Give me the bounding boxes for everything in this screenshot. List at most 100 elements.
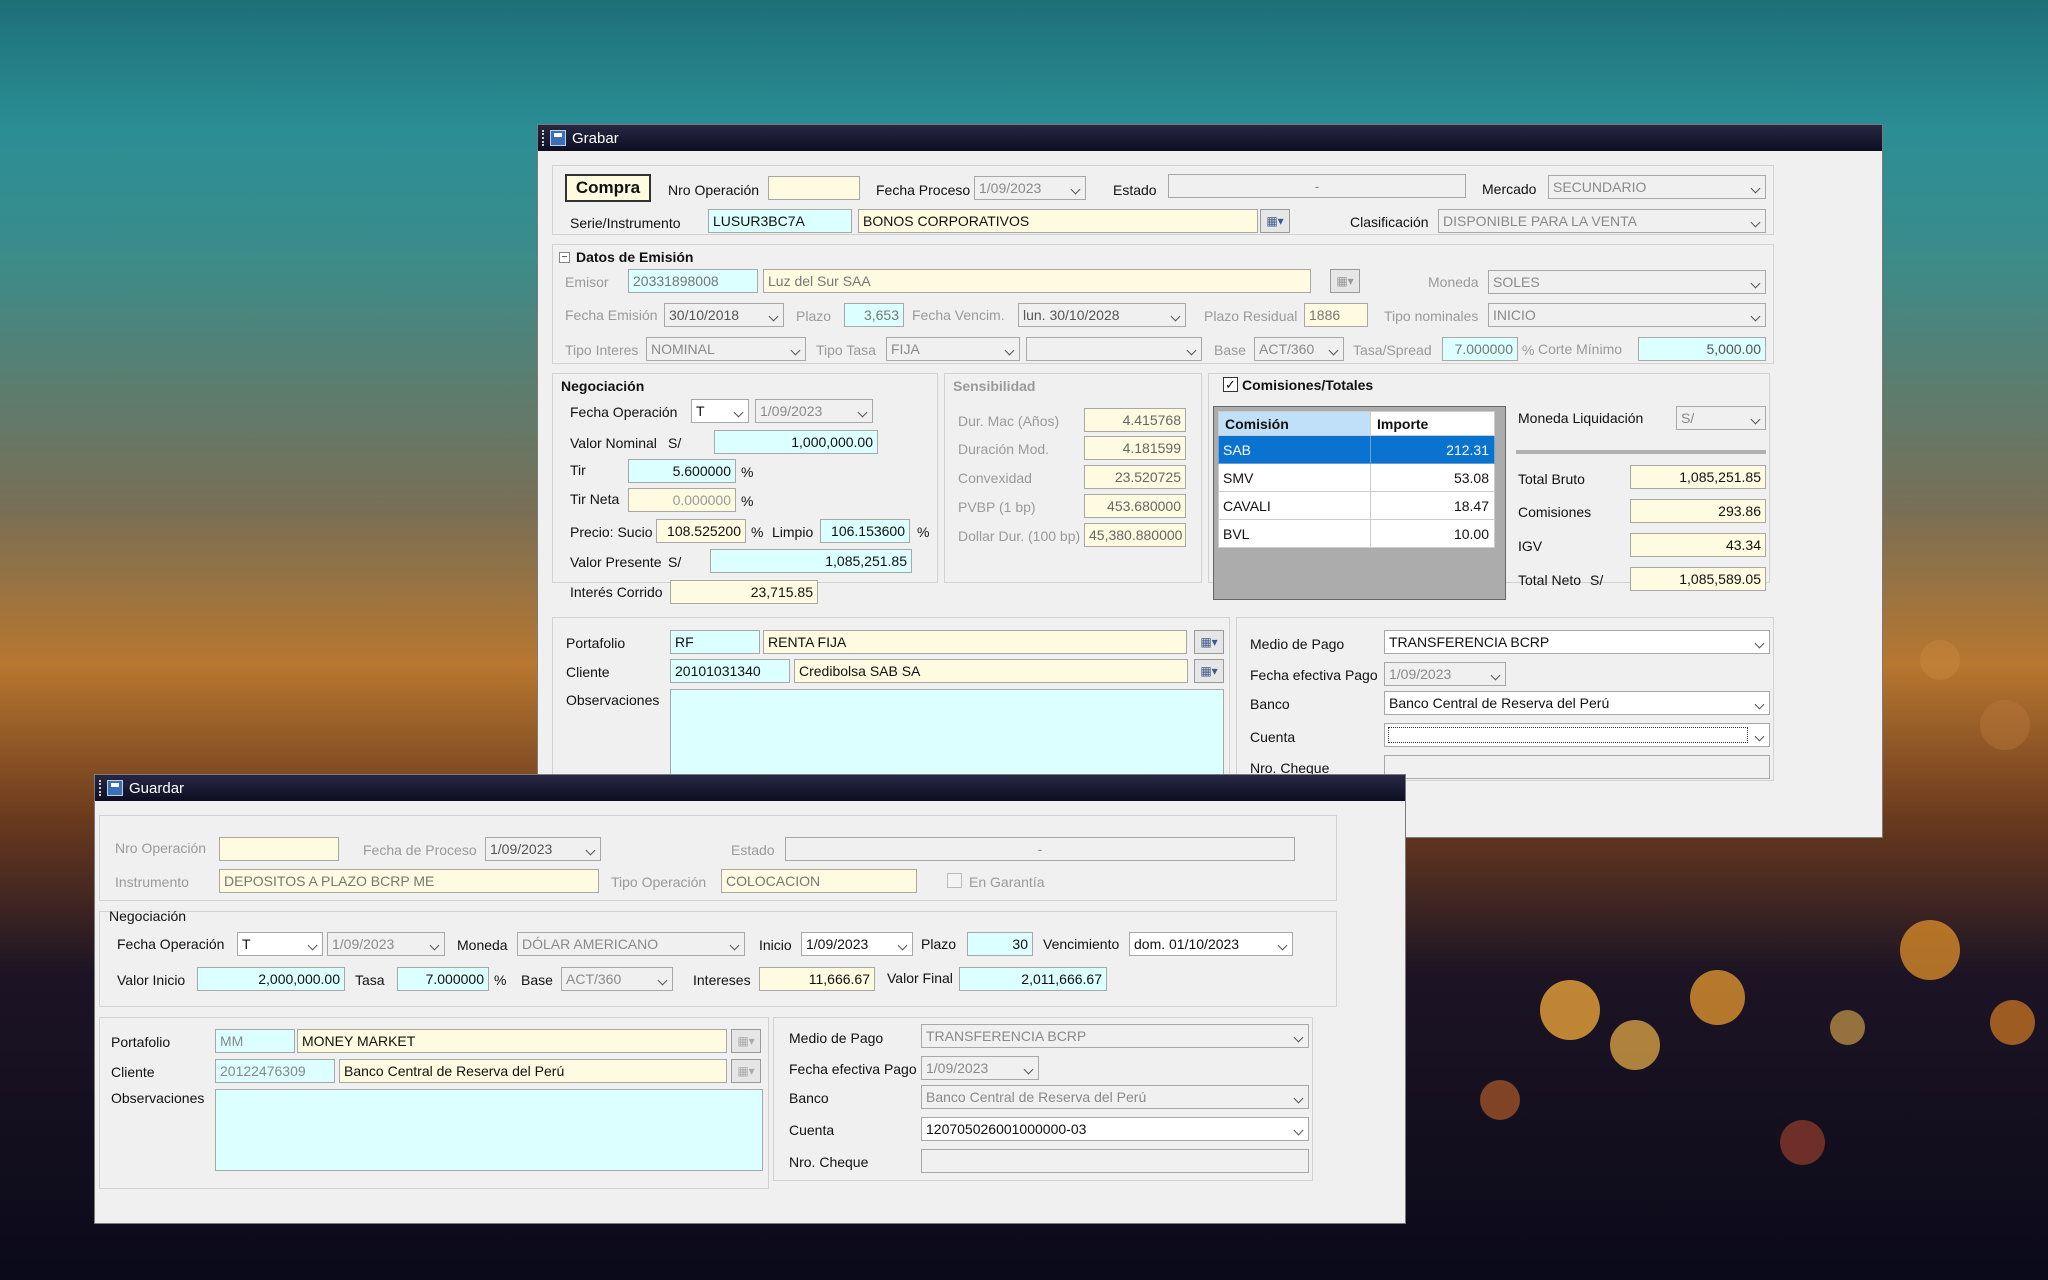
plazo-residual-field: 1886 [1304,303,1368,327]
plazo-field[interactable]: 30 [967,932,1033,956]
fecha-pago-picker[interactable]: 1/09/2023 [921,1056,1039,1080]
fecha-proceso-picker[interactable]: 1/09/2023 [485,837,601,861]
tir-neta-label: Tir Neta [570,491,620,507]
observaciones-textarea[interactable] [215,1089,763,1171]
comision-row-selected[interactable]: SAB 212.31 [1218,435,1495,464]
fecha-op-picker[interactable]: 1/09/2023 [327,932,445,956]
col-importe-header[interactable]: Importe [1370,411,1495,436]
title-bar[interactable]: Grabar [538,125,1882,151]
plazo-label: Plazo [921,936,957,952]
sens-value: 4.181599 [1084,436,1186,460]
fecha-venc-picker[interactable]: lun. 30/10/2028 [1018,303,1186,327]
instrument-lookup-icon[interactable]: ▦▾ [1260,209,1290,233]
fecha-emision-picker[interactable]: 30/10/2018 [664,303,784,327]
interes-corrido-field: 23,715.85 [670,580,818,604]
bokeh-light [1980,700,2030,750]
negociacion-title: Negociación [561,378,645,394]
comision-row[interactable]: CAVALI 18.47 [1218,491,1495,520]
tasa-spread-label: Tasa/Spread [1353,342,1432,358]
tasa-field[interactable]: 7.000000 [397,967,489,991]
inicio-picker[interactable]: 1/09/2023 [801,932,913,956]
fecha-op-type-select[interactable]: T [691,399,749,423]
sens-label: PVBP (1 bp) [958,499,1036,515]
sens-label: Convexidad [958,470,1032,486]
portafolio-name-field: MONEY MARKET [297,1029,727,1053]
moneda-select[interactable]: SOLES [1488,270,1766,294]
vencimiento-picker[interactable]: dom. 01/10/2023 [1129,932,1293,956]
garantia-checkbox[interactable] [947,873,962,888]
comision-name: CAVALI [1218,491,1371,520]
base-select[interactable]: ACT/360 [1254,337,1344,361]
tipo-interes-select[interactable]: NOMINAL [646,337,806,361]
emisor-code-field: 20331898008 [628,269,758,293]
clasificacion-select[interactable]: DISPONIBLE PARA LA VENTA [1438,209,1766,233]
banco-select[interactable]: Banco Central de Reserva del Perú [1384,691,1770,715]
medio-pago-select[interactable]: TRANSFERENCIA BCRP [921,1024,1309,1048]
comision-row[interactable]: SMV 53.08 [1218,463,1495,492]
serie-label: Serie/Instrumento [570,215,681,231]
tipo-nominales-label: Tipo nominales [1384,308,1479,324]
portafolio-code-field[interactable]: RF [670,630,760,654]
observaciones-label: Observaciones [566,692,660,708]
nro-operacion-field[interactable] [768,176,860,200]
tipo-tasa-select[interactable]: FIJA [886,337,1020,361]
cliente-code-field[interactable]: 20101031340 [670,659,790,683]
estado-field: - [785,837,1295,861]
collapse-icon[interactable]: − [559,252,570,263]
comision-row[interactable]: BVL 10.00 [1218,519,1495,548]
fecha-proceso-label: Fecha Proceso [876,182,971,198]
sens-value: 23.520725 [1084,465,1186,489]
precio-limpio-field[interactable]: 106.153600 [820,519,910,543]
portafolio-lookup-icon[interactable]: ▦▾ [731,1029,761,1053]
fecha-pago-label: Fecha efectiva Pago [1250,667,1378,683]
moneda-label: Moneda [457,937,508,953]
bokeh-light [1480,1080,1520,1120]
operation-type-badge: Compra [565,174,651,202]
banco-select[interactable]: Banco Central de Reserva del Perú [921,1085,1309,1109]
guardar-window: Guardar Nro Operación Fecha de Proceso 1… [94,774,1406,1224]
instrumento-field: DEPOSITOS A PLAZO BCRP ME [219,869,599,893]
comisiones-checkbox[interactable]: ✓ [1223,377,1238,392]
cheque-field[interactable] [1384,755,1770,779]
nro-operacion-field[interactable] [219,837,339,861]
medio-pago-select[interactable]: TRANSFERENCIA BCRP [1384,630,1770,654]
sens-label: Dur. Mac (Años) [958,413,1060,429]
base-label: Base [521,972,553,988]
title-bar[interactable]: Guardar [95,775,1405,801]
emisor-lookup-icon[interactable]: ▦▾ [1330,269,1360,293]
moneda-liq-select[interactable]: S/ [1676,406,1766,430]
tipo-nominales-select[interactable]: INICIO [1488,303,1766,327]
base-select[interactable]: ACT/360 [561,967,673,991]
estado-label: Estado [731,842,775,858]
fecha-op-picker[interactable]: 1/09/2023 [755,399,873,423]
valor-nominal-field[interactable]: 1,000,000.00 [714,430,878,454]
corte-field: 5,000.00 [1638,337,1766,361]
estado-field: - [1168,174,1466,198]
divider [1516,450,1766,454]
drag-grip-icon[interactable] [542,130,546,146]
moneda-select[interactable]: DÓLAR AMERICANO [517,932,745,956]
cliente-lookup-icon[interactable]: ▦▾ [1194,659,1224,683]
valor-inicio-field[interactable]: 2,000,000.00 [197,967,345,991]
precio-sucio-field[interactable]: 108.525200 [656,519,746,543]
tir-field[interactable]: 5.600000 [628,459,736,483]
sens-label: Duración Mod. [958,441,1050,457]
serie-code-field[interactable]: LUSUR3BC7A [708,209,852,233]
fecha-pago-picker[interactable]: 1/09/2023 [1384,662,1506,686]
mercado-select[interactable]: SECUNDARIO [1548,175,1766,199]
portafolio-lookup-icon[interactable]: ▦▾ [1194,630,1224,654]
cliente-lookup-icon[interactable]: ▦▾ [731,1059,761,1083]
col-comision-header[interactable]: Comisión [1218,411,1371,436]
garantia-label: En Garantía [969,874,1045,890]
drag-grip-icon[interactable] [99,780,103,796]
comision-name: BVL [1218,519,1371,548]
portafolio-label: Portafolio [111,1034,171,1050]
precio-limpio-pct: % [917,524,930,540]
cheque-field[interactable] [921,1149,1309,1173]
valor-presente-field[interactable]: 1,085,251.85 [710,549,912,573]
cuenta-select[interactable]: 120705026001000000-03 [921,1117,1309,1141]
tipo-tasa-secondary-select[interactable] [1026,337,1202,361]
fecha-op-type-select[interactable]: T [237,932,323,956]
fecha-proceso-picker[interactable]: 1/09/2023 [974,176,1086,200]
comision-value: 212.31 [1370,435,1495,464]
